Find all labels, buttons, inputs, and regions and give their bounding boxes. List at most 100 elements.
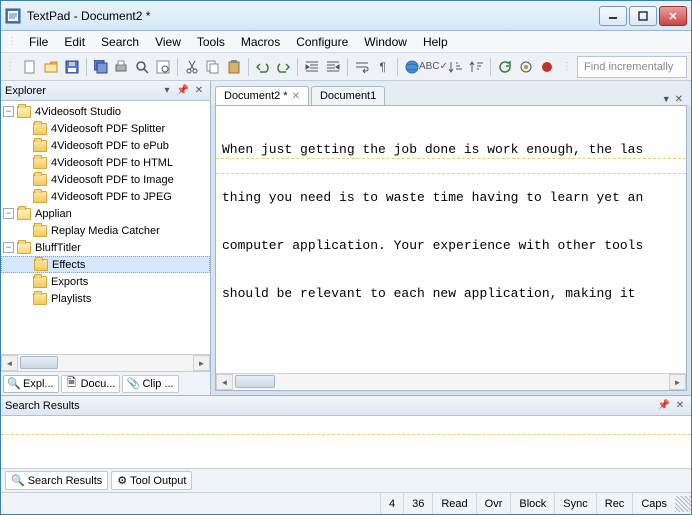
tab-documents[interactable]: 🗎Docu... [61, 375, 121, 393]
tool-icon: ⚙ [117, 474, 127, 487]
menu-edit[interactable]: Edit [56, 33, 93, 51]
tree-item[interactable]: −BluffTitler [1, 239, 210, 256]
scroll-right-icon[interactable]: ► [669, 374, 686, 390]
outdent-button[interactable] [323, 56, 343, 78]
pin-icon[interactable]: 📌 [657, 399, 671, 413]
text-editor[interactable]: When just getting the job done is work e… [216, 106, 686, 373]
scroll-thumb[interactable] [20, 356, 58, 369]
tab-close-icon[interactable]: ✕ [675, 94, 683, 105]
close-panel-icon[interactable]: ✕ [673, 399, 687, 413]
tab-tool-output[interactable]: ⚙Tool Output [111, 471, 192, 490]
tree-item[interactable]: 4Videosoft PDF to JPEG [1, 188, 210, 205]
close-panel-icon[interactable]: ✕ [192, 84, 206, 98]
menu-file[interactable]: File [21, 33, 56, 51]
tab-clip[interactable]: 📎Clip ... [122, 375, 178, 393]
resize-grip-icon[interactable] [675, 496, 691, 512]
sort-desc-button[interactable] [466, 56, 486, 78]
title-bar: TextPad - Document2 * [1, 1, 691, 31]
tree-item[interactable]: Exports [1, 273, 210, 290]
document-tabs: Document2 *✕ Document1 ▼ ✕ [211, 81, 691, 105]
scroll-left-icon[interactable]: ◄ [216, 374, 233, 390]
maximize-button[interactable] [629, 6, 657, 26]
tree-item-label: 4Videosoft PDF to HTML [51, 157, 173, 169]
minimize-button[interactable] [599, 6, 627, 26]
folder-icon [33, 157, 47, 169]
undo-button[interactable] [253, 56, 273, 78]
sort-asc-button[interactable] [445, 56, 465, 78]
status-rec: Rec [596, 493, 633, 514]
folder-icon [33, 191, 47, 203]
status-caps: Caps [632, 493, 675, 514]
menu-view[interactable]: View [147, 33, 189, 51]
save-button[interactable] [62, 56, 82, 78]
tree-item[interactable]: Effects [1, 256, 210, 273]
tab-search-results[interactable]: 🔍Search Results [5, 471, 108, 490]
grip-icon: ⋮ [562, 61, 572, 72]
close-tab-icon[interactable]: ✕ [292, 91, 300, 102]
saveall-button[interactable] [91, 56, 111, 78]
pilcrow-button[interactable]: ¶ [373, 56, 393, 78]
find-input[interactable]: Find incrementally [577, 56, 687, 78]
dropdown-icon[interactable]: ▾ [160, 84, 174, 98]
doc-tab-document1[interactable]: Document1 [311, 86, 385, 105]
tree-item[interactable]: 4Videosoft PDF to Image [1, 171, 210, 188]
menu-configure[interactable]: Configure [288, 33, 356, 51]
wordwrap-button[interactable] [352, 56, 372, 78]
editor-h-scrollbar[interactable]: ◄ ► [216, 373, 686, 390]
tree-item[interactable]: −4Videosoft Studio [1, 103, 210, 120]
refresh-button[interactable] [495, 56, 515, 78]
macro-button[interactable] [537, 56, 557, 78]
menu-search[interactable]: Search [93, 33, 147, 51]
preview-button[interactable] [153, 56, 173, 78]
tree-item-label: Playlists [51, 293, 91, 305]
scroll-right-icon[interactable]: ► [193, 355, 210, 371]
redo-button[interactable] [273, 56, 293, 78]
tree-item[interactable]: Replay Media Catcher [1, 222, 210, 239]
menu-help[interactable]: Help [415, 33, 456, 51]
tree-item-label: 4Videosoft PDF to JPEG [51, 191, 172, 203]
grip-icon: ⋮ [5, 61, 15, 72]
scroll-left-icon[interactable]: ◄ [1, 355, 18, 371]
status-sync: Sync [554, 493, 595, 514]
spellcheck-button[interactable]: ABC✓ [422, 56, 444, 78]
tree-item[interactable]: 4Videosoft PDF Splitter [1, 120, 210, 137]
cut-button[interactable] [182, 56, 202, 78]
menu-tools[interactable]: Tools [189, 33, 233, 51]
collapse-icon[interactable]: − [3, 242, 14, 253]
find-button[interactable] [132, 56, 152, 78]
copy-button[interactable] [203, 56, 223, 78]
editor-line: thing you need is to waste time having t… [222, 190, 680, 206]
tree-item[interactable]: −Applian [1, 205, 210, 222]
tree-item[interactable]: 4Videosoft PDF to HTML [1, 154, 210, 171]
doc-tab-document2[interactable]: Document2 *✕ [215, 86, 309, 105]
folder-tree[interactable]: −4Videosoft Studio4Videosoft PDF Splitte… [1, 101, 210, 354]
tree-item-label: 4Videosoft PDF to Image [51, 174, 174, 186]
paste-button[interactable] [224, 56, 244, 78]
new-button[interactable] [20, 56, 40, 78]
search-icon: 🔍 [11, 474, 25, 487]
explorer-h-scrollbar[interactable]: ◄ ► [1, 354, 210, 371]
close-button[interactable] [659, 6, 687, 26]
tab-dropdown-icon[interactable]: ▼ [662, 94, 671, 105]
editor-line: computer application. Your experience wi… [222, 238, 680, 254]
doc-icon: 🗎 [66, 378, 78, 390]
grip-icon: ⋮ [7, 36, 17, 47]
menu-macros[interactable]: Macros [233, 33, 288, 51]
tree-item[interactable]: 4Videosoft PDF to ePub [1, 137, 210, 154]
scroll-thumb[interactable] [235, 375, 275, 388]
folder-icon [33, 174, 47, 186]
collapse-icon[interactable]: − [3, 208, 14, 219]
tab-explorer[interactable]: 🔍Expl... [3, 375, 59, 393]
tree-item-label: Replay Media Catcher [51, 225, 160, 237]
bookmark-button[interactable] [516, 56, 536, 78]
editor-line: When just getting the job done is work e… [222, 142, 680, 158]
folder-icon [17, 208, 31, 220]
pin-icon[interactable]: 📌 [176, 84, 190, 98]
indent-button[interactable] [302, 56, 322, 78]
print-button[interactable] [111, 56, 131, 78]
search-results-body[interactable] [1, 416, 691, 468]
open-button[interactable] [41, 56, 61, 78]
tree-item[interactable]: Playlists [1, 290, 210, 307]
collapse-icon[interactable]: − [3, 106, 14, 117]
menu-window[interactable]: Window [356, 33, 415, 51]
